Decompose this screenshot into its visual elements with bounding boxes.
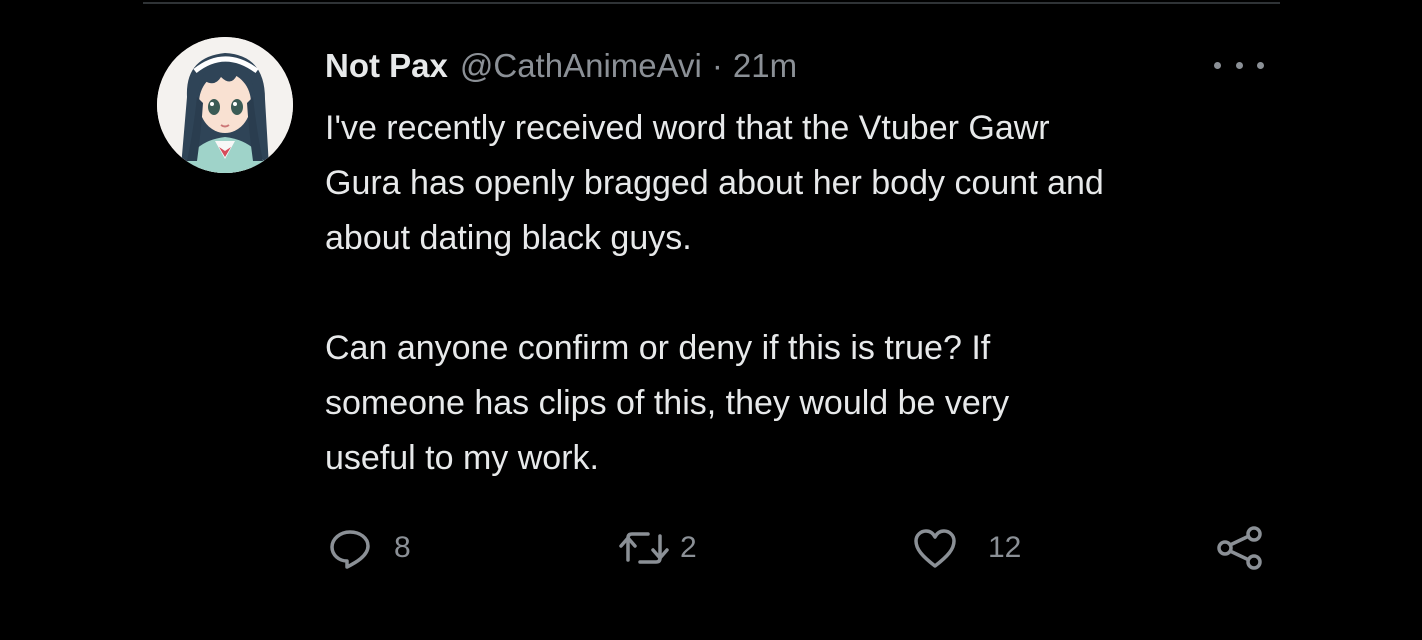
tweet-text-line: Gura has openly bragged about her body c… <box>325 164 1104 202</box>
more-dot <box>1214 61 1221 69</box>
reply-button[interactable]: 8 <box>328 526 411 570</box>
retweet-icon <box>619 532 669 564</box>
reply-count: 8 <box>394 531 411 564</box>
tweet-text: I've recently received word that the Vtu… <box>325 101 1285 486</box>
more-dot <box>1235 61 1243 69</box>
more-horizontal-icon[interactable] <box>1214 52 1264 78</box>
tweet-text-line: about dating black guys. <box>325 219 692 257</box>
separator: · <box>711 47 723 84</box>
user-handle[interactable]: @CathAnimeAvi <box>460 47 702 85</box>
share-button[interactable] <box>1216 526 1264 570</box>
retweet-count: 2 <box>680 531 697 564</box>
tweet-text-line: I've recently received word that the Vtu… <box>325 109 1050 147</box>
tweet-header: Not Pax @CathAnimeAvi · 21m <box>325 44 797 88</box>
like-button[interactable]: 12 <box>912 526 1021 570</box>
tweet-text-line: someone has clips of this, they would be… <box>325 384 1010 422</box>
timestamp[interactable]: 21m <box>733 47 797 85</box>
tweet-text-line: useful to my work. <box>325 439 599 477</box>
anime-avatar-image <box>157 37 293 173</box>
top-divider <box>143 2 1280 4</box>
display-name[interactable]: Not Pax <box>325 47 448 85</box>
share-icon <box>1217 526 1262 570</box>
reply-icon <box>330 530 370 569</box>
like-count: 12 <box>988 531 1022 564</box>
more-dot <box>1257 61 1264 69</box>
tweet-screen: Not Pax @CathAnimeAvi · 21m I've recentl… <box>0 0 1422 640</box>
retweet-button[interactable]: 2 <box>618 526 697 570</box>
avatar[interactable] <box>157 37 293 173</box>
tweet-text-line: Can anyone confirm or deny if this is tr… <box>325 329 991 367</box>
heart-icon <box>914 529 956 568</box>
